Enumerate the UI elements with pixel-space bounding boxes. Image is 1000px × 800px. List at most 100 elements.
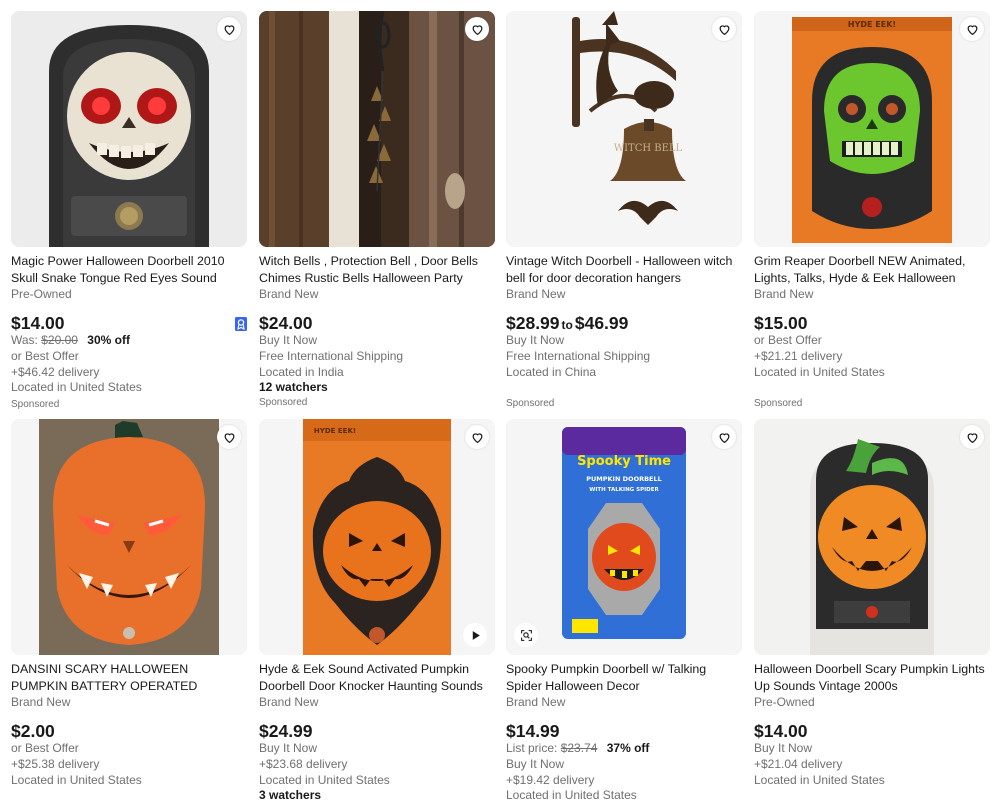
purchase-option: or Best Offer	[11, 741, 79, 755]
list-price-line: List price: $23.74 37% off	[506, 741, 742, 757]
item-location: Located in India	[259, 364, 344, 379]
item-location: Located in China	[506, 364, 597, 379]
sponsored-label: Sponsored	[754, 398, 803, 410]
heart-icon	[967, 432, 977, 443]
spooky-brand: Spooky Time	[577, 454, 671, 469]
listing-title[interactable]: DANSINI SCARY HALLOWEEN PUMPKIN BATTERY …	[11, 661, 247, 695]
witch-bells-photo	[259, 11, 495, 247]
watchlist-button[interactable]	[960, 425, 984, 449]
watchers-count: 3 watchers	[259, 788, 322, 800]
listing-card[interactable]: HYDE EEK! Hyde & Eek Sound Activated Pum…	[259, 419, 495, 800]
play-icon	[472, 630, 480, 640]
was-label: Was:	[11, 333, 38, 347]
visual-search-icon	[520, 629, 532, 641]
listing-image[interactable]	[11, 419, 247, 655]
purchase-option: Buy It Now	[259, 741, 318, 755]
item-location: Located in United States	[506, 788, 637, 800]
purchase-option: Buy It Now	[754, 741, 813, 755]
sponsored-label: Sponsored	[259, 397, 308, 409]
item-location: Located in United States	[259, 772, 390, 787]
heart-icon	[967, 24, 977, 35]
vintage-pumpkin-doorbell-photo	[754, 419, 990, 655]
listing-card[interactable]: DANSINI SCARY HALLOWEEN PUMPKIN BATTERY …	[11, 419, 247, 788]
shipping-info: +$21.21 delivery	[754, 348, 843, 363]
listing-condition: Pre-Owned	[754, 695, 815, 709]
shipping-info: +$46.42 delivery	[11, 364, 100, 379]
listing-condition: Pre-Owned	[11, 287, 72, 301]
listing-condition: Brand New	[506, 695, 566, 709]
was-price: $20.00	[41, 333, 78, 347]
purchase-option: or Best Offer	[11, 348, 79, 363]
heart-icon	[719, 432, 729, 443]
listing-card[interactable]: Witch Bells , Protection Bell , Door Bel…	[259, 11, 495, 409]
grim-reaper-doorbell-photo: HYDE EEK!	[754, 11, 990, 247]
listing-image[interactable]: Spooky Time PUMPKIN DOORBELL WITH TALKIN…	[506, 419, 742, 655]
listing-title[interactable]: Halloween Doorbell Scary Pumpkin Lights …	[754, 661, 990, 695]
purchase-option: Buy It Now	[506, 333, 565, 347]
listing-card[interactable]: WITCH BELL Vintage Witch Doorbell - Hall…	[506, 11, 742, 410]
watchlist-button[interactable]	[217, 425, 241, 449]
heart-icon	[224, 24, 234, 35]
watchlist-button[interactable]	[712, 425, 736, 449]
brand-badge: HYDE EEK!	[314, 427, 356, 435]
listing-condition: Brand New	[259, 695, 319, 709]
listing-title[interactable]: Grim Reaper Doorbell NEW Animated, Light…	[754, 253, 990, 287]
shipping-info: Free International Shipping	[259, 348, 404, 363]
listing-image[interactable]: HYDE EEK!	[754, 11, 990, 247]
watchlist-button[interactable]	[712, 17, 736, 41]
watchlist-button[interactable]	[217, 17, 241, 41]
heart-icon	[719, 24, 729, 35]
listing-price: $24.99	[259, 721, 313, 741]
list-price: $23.74	[560, 741, 598, 755]
purchase-option: or Best Offer	[754, 333, 822, 347]
spooky-pumpkin-package-photo: Spooky Time PUMPKIN DOORBELL WITH TALKIN…	[506, 419, 742, 655]
listing-title[interactable]: Vintage Witch Doorbell - Halloween witch…	[506, 253, 742, 287]
listing-card[interactable]: Magic Power Halloween Doorbell 2010 Skul…	[11, 11, 247, 411]
listing-image[interactable]	[754, 419, 990, 655]
shipping-info: +$23.68 delivery	[259, 756, 348, 771]
listing-price: $24.00	[259, 313, 313, 333]
was-price-line: Was: $20.00 30% off	[11, 333, 247, 349]
listing-condition: Brand New	[754, 287, 814, 301]
listing-card[interactable]: Spooky Time PUMPKIN DOORBELL WITH TALKIN…	[506, 419, 742, 800]
listing-image[interactable]: HYDE EEK!	[259, 419, 495, 655]
brand-badge: HYDE EEK!	[848, 20, 896, 29]
watchlist-button[interactable]	[960, 17, 984, 41]
shipping-info: +$19.42 delivery	[506, 772, 595, 787]
listing-title[interactable]: Magic Power Halloween Doorbell 2010 Skul…	[11, 253, 247, 287]
listing-image[interactable]	[11, 11, 247, 247]
sponsored-label: Sponsored	[506, 398, 555, 410]
watchlist-button[interactable]	[465, 425, 489, 449]
watchlist-button[interactable]	[465, 17, 489, 41]
item-location: Located in United States	[754, 364, 885, 379]
price-high: $46.99	[574, 313, 629, 333]
listing-card[interactable]: HYDE EEK! Grim Reaper Doorbell NEW Anima…	[754, 11, 990, 410]
listing-card[interactable]: Halloween Doorbell Scary Pumpkin Lights …	[754, 419, 990, 788]
pumpkin-knocker-photo: HYDE EEK!	[259, 419, 495, 655]
listing-image[interactable]: WITCH BELL	[506, 11, 742, 247]
price-low: $28.99	[506, 313, 560, 333]
witch-bell-photo: WITCH BELL	[506, 11, 742, 247]
sponsored-label: Sponsored	[11, 399, 60, 411]
item-location: Located in United States	[754, 772, 885, 787]
listing-price: $15.00	[754, 313, 808, 333]
listing-title[interactable]: Spooky Pumpkin Doorbell w/ Talking Spide…	[506, 661, 742, 695]
heart-icon	[224, 432, 234, 443]
play-video-button[interactable]	[463, 623, 487, 647]
listing-price: $14.00	[754, 721, 808, 741]
listing-title[interactable]: Witch Bells , Protection Bell , Door Bel…	[259, 253, 495, 287]
shipping-info: Free International Shipping	[506, 348, 651, 363]
list-price-label: List price:	[506, 741, 558, 755]
listing-image[interactable]	[259, 11, 495, 247]
skull-doorbell-photo	[11, 11, 247, 247]
item-location: Located in United States	[11, 380, 142, 395]
visual-search-button[interactable]	[514, 623, 538, 647]
spooky-line2: WITH TALKING SPIDER	[589, 487, 659, 493]
spooky-line1: PUMPKIN DOORBELL	[586, 475, 662, 483]
shipping-info: +$21.04 delivery	[754, 756, 843, 771]
listing-title[interactable]: Hyde & Eek Sound Activated Pumpkin Doorb…	[259, 661, 495, 695]
listing-condition: Brand New	[259, 287, 319, 301]
discount: 30% off	[87, 333, 130, 347]
listing-price: $14.99	[506, 721, 560, 741]
pumpkin-face-photo	[11, 419, 247, 655]
